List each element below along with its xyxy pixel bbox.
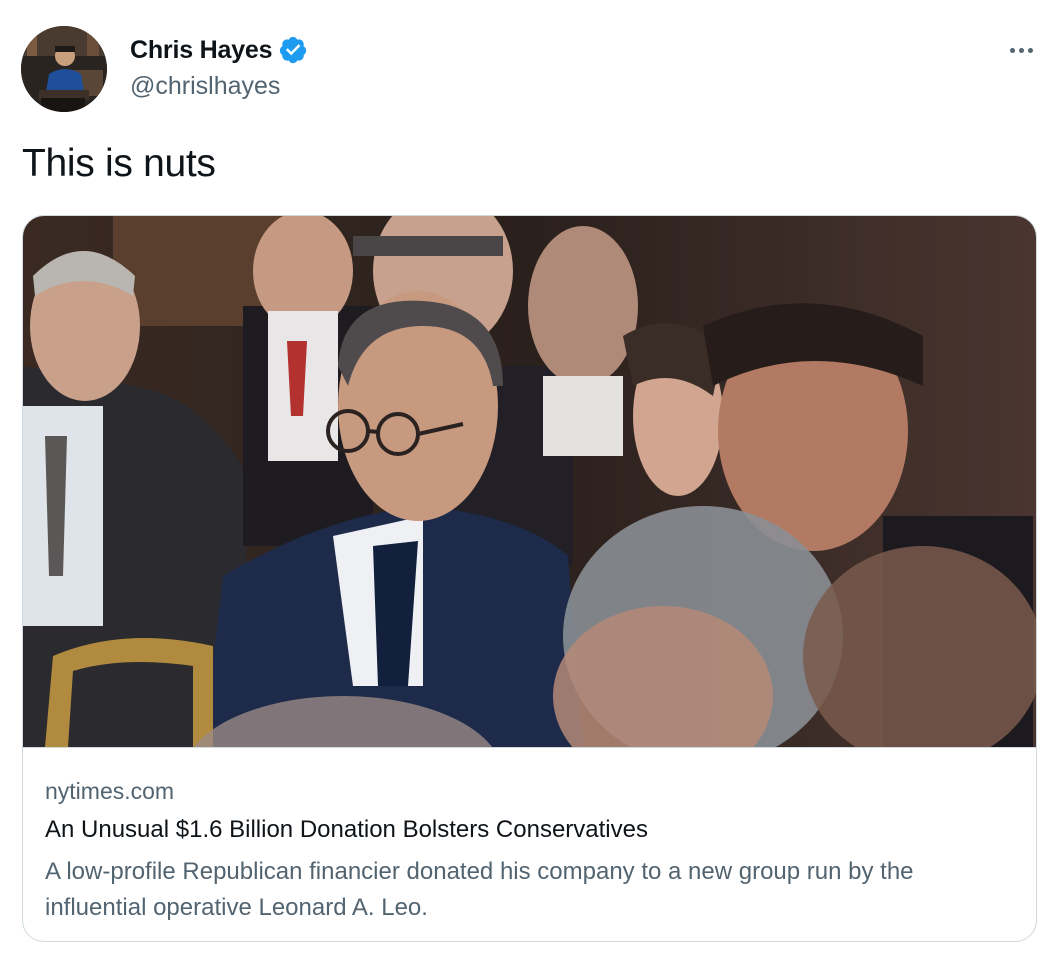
author-name-row: Chris Hayes xyxy=(130,34,308,66)
tweet[interactable]: Chris Hayes @chrislhayes This is nuts ny… xyxy=(0,0,1060,964)
author-handle[interactable]: @chrislhayes xyxy=(130,72,280,101)
author-name[interactable]: Chris Hayes xyxy=(130,36,273,65)
link-preview-card[interactable]: nytimes.com An Unusual $1.6 Billion Dona… xyxy=(22,215,1037,942)
ellipsis-icon xyxy=(1009,47,1015,53)
ellipsis-icon-dot xyxy=(1027,47,1033,53)
news-photo-icon xyxy=(23,216,1036,747)
author-avatar[interactable] xyxy=(21,26,107,112)
verified-badge-icon xyxy=(278,35,308,65)
card-title: An Unusual $1.6 Billion Donation Bolster… xyxy=(45,816,648,843)
card-image[interactable] xyxy=(23,216,1036,748)
tweet-text: This is nuts xyxy=(22,142,216,185)
card-domain: nytimes.com xyxy=(45,778,175,804)
profile-avatar-icon xyxy=(21,26,107,112)
ellipsis-icon-dot xyxy=(1018,47,1024,53)
more-options-button[interactable] xyxy=(1004,40,1038,60)
card-description: A low-profile Republican financier donat… xyxy=(45,858,914,921)
